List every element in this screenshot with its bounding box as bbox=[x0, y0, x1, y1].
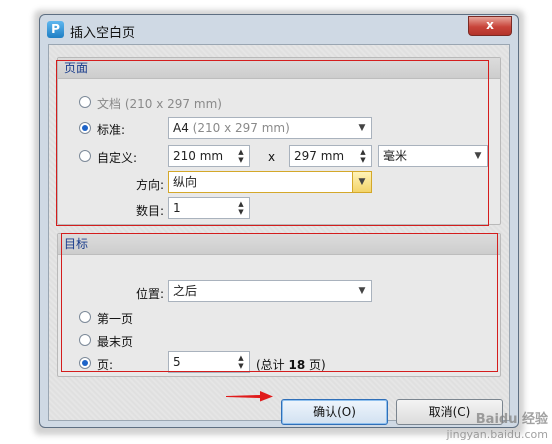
annotation-arrow-icon bbox=[226, 391, 273, 402]
close-button[interactable]: x bbox=[468, 16, 512, 36]
dialog-title: 插入空白页 bbox=[70, 26, 136, 41]
annotation-box-page bbox=[56, 60, 489, 226]
watermark-main: Baidu 经验 bbox=[475, 412, 548, 427]
annotation-box-target bbox=[61, 233, 498, 372]
app-logo-icon: P bbox=[47, 21, 64, 38]
watermark: Baidu 经验 jingyan.baidu.com bbox=[446, 412, 548, 442]
ok-button[interactable]: 确认(O) bbox=[281, 399, 388, 425]
title-bar[interactable]: P 插入空白页 x bbox=[40, 15, 518, 45]
watermark-url: jingyan.baidu.com bbox=[446, 428, 548, 441]
